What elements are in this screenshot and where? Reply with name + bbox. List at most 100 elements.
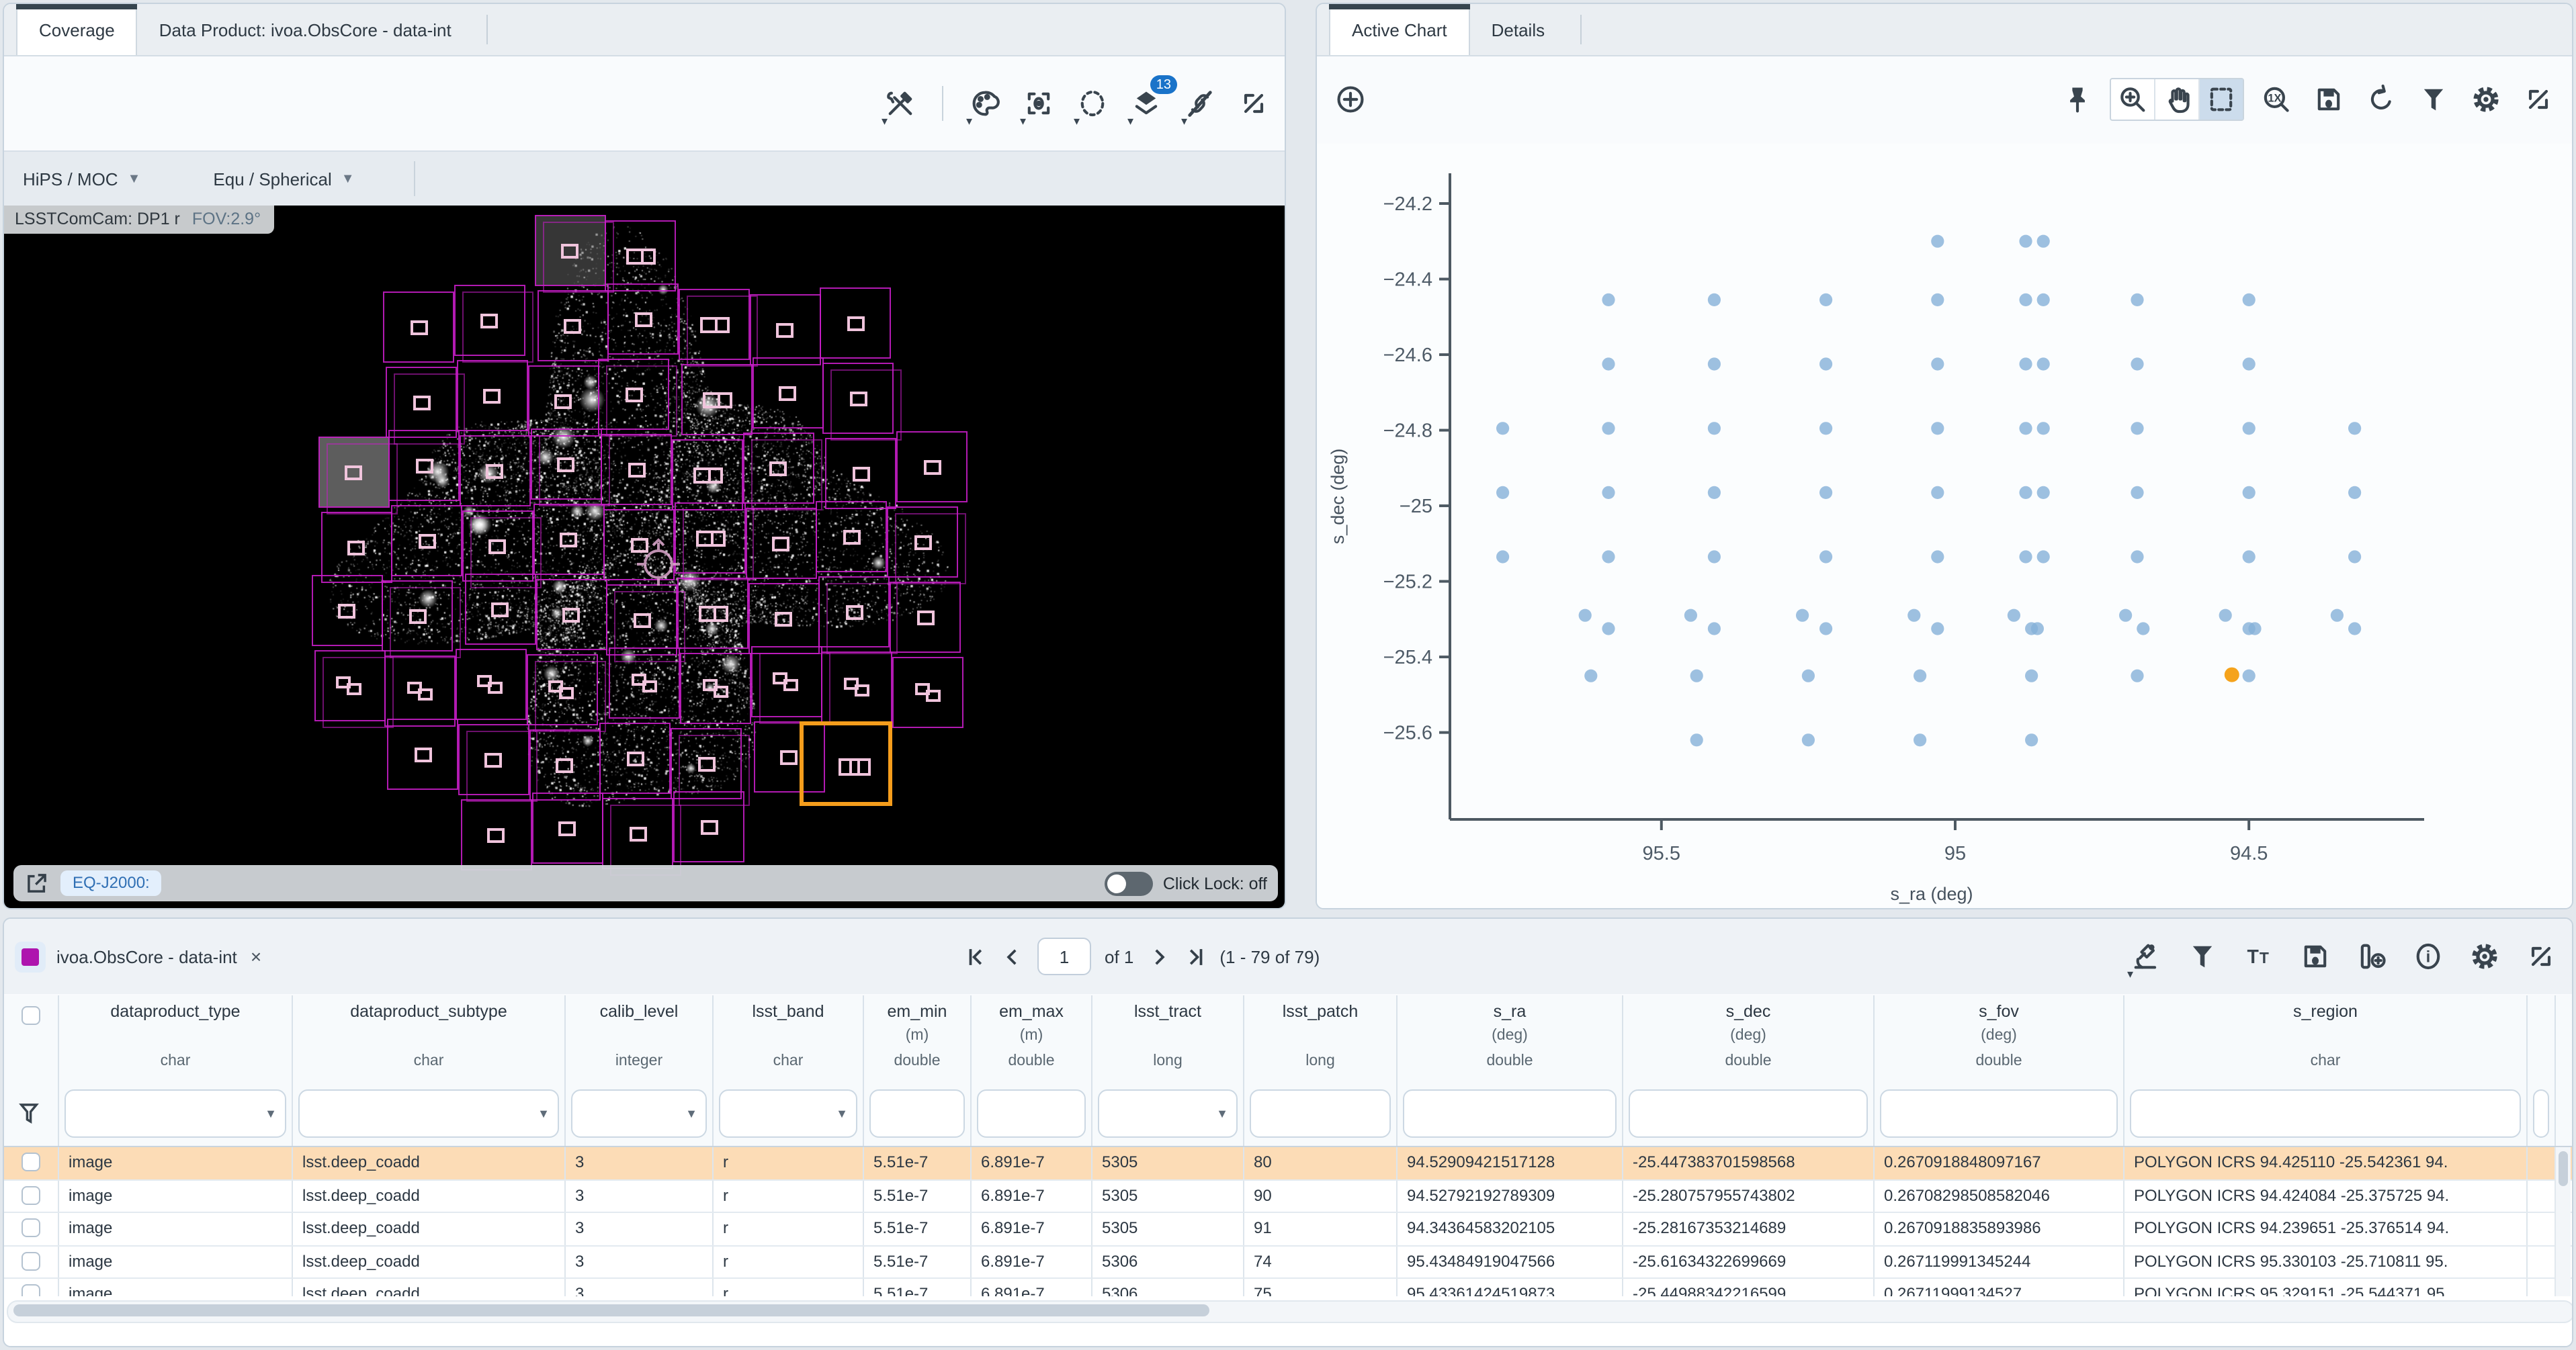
column-filter-input[interactable] <box>1629 1089 1868 1138</box>
chevron-down-icon[interactable]: ▼ <box>836 1107 848 1120</box>
data-point[interactable] <box>2008 609 2020 622</box>
image-footprint-marker[interactable] <box>338 603 355 618</box>
image-footprint-marker[interactable] <box>554 394 572 408</box>
image-footprint-marker[interactable] <box>635 312 652 326</box>
data-point[interactable] <box>1819 294 1832 306</box>
save-icon[interactable] <box>2295 936 2335 977</box>
image-footprint-marker[interactable] <box>844 677 871 697</box>
data-point[interactable] <box>1602 486 1615 499</box>
image-footprint-marker[interactable] <box>846 604 863 619</box>
image-footprint-marker[interactable] <box>414 747 431 762</box>
data-point[interactable] <box>2243 294 2256 306</box>
image-footprint-marker[interactable] <box>634 613 651 627</box>
column-header-s_region[interactable]: s_region char <box>2124 995 2528 1081</box>
data-point[interactable] <box>1602 622 1615 635</box>
next-page-icon[interactable] <box>1147 945 1170 968</box>
column-header-em_max[interactable]: em_max (m) double <box>972 995 1092 1081</box>
image-footprint-marker[interactable] <box>489 539 507 553</box>
filter-text-input[interactable] <box>2137 1093 2498 1134</box>
column-header-lsst_tract[interactable]: lsst_tract long <box>1092 995 1244 1081</box>
data-point[interactable] <box>1914 733 1926 746</box>
data-point[interactable] <box>1584 670 1597 682</box>
click-lock-toggle[interactable] <box>1105 871 1154 895</box>
data-point[interactable] <box>1602 294 1615 306</box>
pin-icon[interactable] <box>2057 79 2098 120</box>
data-point[interactable] <box>1802 733 1815 746</box>
data-point[interactable] <box>2219 609 2232 622</box>
image-footprint-marker[interactable] <box>481 313 499 328</box>
chevron-down-icon[interactable]: ▼ <box>265 1107 277 1120</box>
h-scrollbar-thumb[interactable] <box>13 1304 1209 1316</box>
restore-icon[interactable] <box>2361 79 2401 120</box>
data-point[interactable] <box>1907 609 1920 622</box>
image-footprint-marker[interactable] <box>923 459 941 474</box>
tab-details[interactable]: Details <box>1470 4 1567 55</box>
image-footprint-marker[interactable] <box>628 462 646 477</box>
image-footprint-marker[interactable] <box>556 758 573 772</box>
data-point[interactable] <box>1708 486 1721 499</box>
data-point[interactable] <box>1602 550 1615 563</box>
data-point[interactable] <box>1708 622 1721 635</box>
data-point[interactable] <box>2037 294 2050 306</box>
image-footprint-marker[interactable] <box>492 602 509 617</box>
palette-icon[interactable]: ▾ <box>965 83 1005 124</box>
data-point[interactable] <box>1690 670 1703 682</box>
column-header-lsst_band[interactable]: lsst_band char <box>714 995 864 1081</box>
column-filter-input[interactable] <box>869 1089 965 1138</box>
image-footprint-marker[interactable] <box>415 458 433 473</box>
data-point[interactable] <box>2348 622 2361 635</box>
image-footprint-marker[interactable] <box>410 320 427 334</box>
data-point[interactable] <box>2131 550 2143 563</box>
image-footprint-marker[interactable] <box>702 392 732 408</box>
data-point[interactable] <box>1708 422 1721 435</box>
table-row[interactable]: imagelsst.deep_coadd3r5.51e-76.891e-7530… <box>4 1180 2572 1213</box>
column-filter-input[interactable] <box>1403 1089 1617 1138</box>
row-checkbox[interactable] <box>22 1153 40 1171</box>
data-point[interactable] <box>2037 422 2050 435</box>
data-point[interactable] <box>2131 357 2143 370</box>
table-tab[interactable]: ivoa.ObsCore - data-int × <box>15 941 261 972</box>
data-point[interactable] <box>1931 357 1944 370</box>
page-number-input[interactable] <box>1037 938 1091 975</box>
data-point[interactable] <box>2131 294 2143 306</box>
data-point[interactable] <box>2019 486 2032 499</box>
expand-icon[interactable] <box>1234 83 1274 124</box>
column-filter-input[interactable]: ▼ <box>719 1089 857 1138</box>
column-filter-input[interactable] <box>2533 1089 2549 1138</box>
zoom-original-icon[interactable]: 1X <box>2256 79 2296 120</box>
external-link-icon[interactable] <box>24 870 50 896</box>
select-area-icon[interactable] <box>2200 79 2243 120</box>
data-point[interactable] <box>2348 550 2361 563</box>
data-point[interactable] <box>2019 357 2032 370</box>
data-point[interactable] <box>1684 609 1697 622</box>
data-point[interactable] <box>2019 294 2032 306</box>
select-all-checkbox[interactable] <box>22 1006 40 1025</box>
text-view-icon[interactable]: TT <box>2239 936 2279 977</box>
image-footprint-marker[interactable] <box>699 316 729 332</box>
filter-text-input[interactable] <box>1256 1093 1368 1134</box>
data-point[interactable] <box>2243 486 2256 499</box>
data-point[interactable] <box>2137 622 2149 635</box>
data-point[interactable] <box>1708 357 1721 370</box>
table-row[interactable]: imagelsst.deep_coadd3r5.51e-76.891e-7530… <box>4 1246 2572 1279</box>
data-point[interactable] <box>1931 486 1944 499</box>
data-point[interactable] <box>2348 486 2361 499</box>
data-point[interactable] <box>2243 550 2256 563</box>
column-header-em_min[interactable]: em_min (m) double <box>864 995 972 1081</box>
column-filter-input[interactable]: ▼ <box>571 1089 707 1138</box>
data-point[interactable] <box>2348 422 2361 435</box>
column-header-dataproduct_subtype[interactable]: dataproduct_subtype char <box>293 995 566 1081</box>
row-checkbox[interactable] <box>22 1251 40 1270</box>
data-point[interactable] <box>2025 733 2038 746</box>
column-filter-input[interactable]: ▼ <box>298 1089 559 1138</box>
data-point[interactable] <box>1819 550 1832 563</box>
pan-hand-icon[interactable] <box>2155 79 2200 120</box>
data-point[interactable] <box>2119 609 2132 622</box>
image-footprint-marker[interactable] <box>406 681 433 701</box>
save-icon[interactable] <box>2309 79 2349 120</box>
image-footprint-marker[interactable] <box>418 533 435 548</box>
data-point[interactable] <box>1819 622 1832 635</box>
data-point[interactable] <box>2243 422 2256 435</box>
image-footprint-marker[interactable] <box>843 529 861 544</box>
data-point[interactable] <box>1796 609 1809 622</box>
